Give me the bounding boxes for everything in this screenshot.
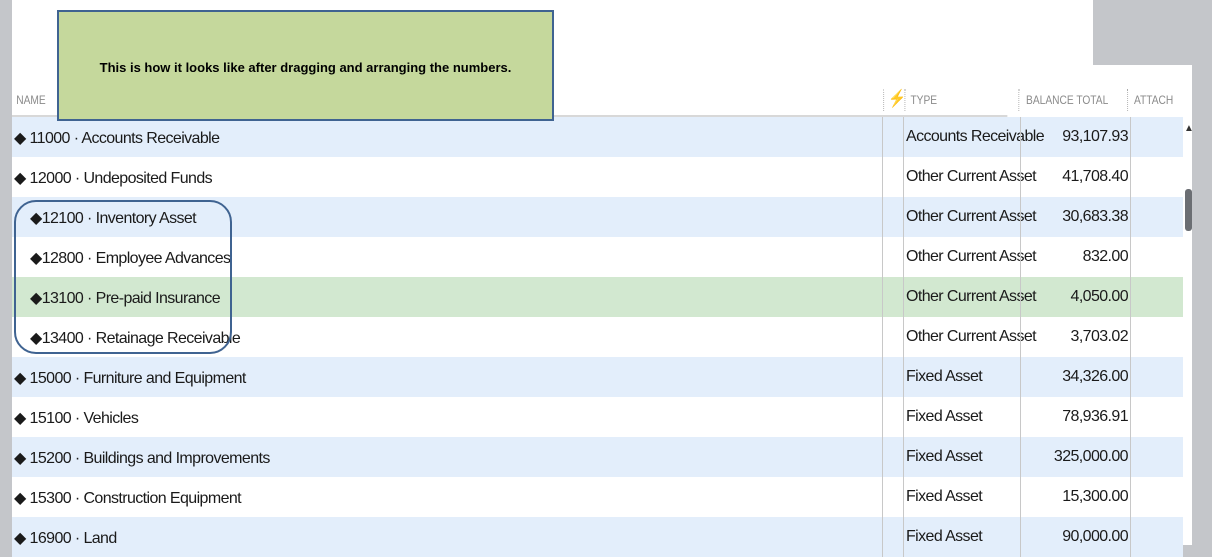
column-divider [882, 157, 883, 197]
column-separator [883, 89, 885, 111]
column-divider [1020, 157, 1021, 197]
table-row[interactable]: ◆ 15300 · Construction Equipment Fixed A… [12, 477, 1183, 517]
account-name: ◆ 15200 · Buildings and Improvements [14, 450, 270, 467]
column-separator [904, 89, 906, 111]
balance-total: 90,000.00 [1062, 528, 1128, 545]
column-divider [882, 317, 883, 357]
column-divider [882, 277, 883, 317]
scroll-up-arrow-icon[interactable]: ▲ [1184, 123, 1194, 134]
account-name: ◆ 15000 · Furniture and Equipment [14, 370, 246, 387]
column-divider [882, 117, 883, 157]
column-divider [1020, 517, 1021, 557]
account-type: Fixed Asset [906, 368, 983, 385]
column-divider [903, 437, 904, 477]
column-divider [903, 117, 904, 157]
balance-total: 325,000.00 [1053, 448, 1129, 465]
table-row[interactable]: ◆ 15100 · Vehicles Fixed Asset 78,936.91 [12, 397, 1183, 437]
column-divider [1130, 197, 1131, 237]
balance-total: 832.00 [1082, 248, 1129, 265]
column-separator [1127, 89, 1129, 111]
column-divider [903, 517, 904, 557]
column-divider [882, 477, 883, 517]
account-type: Other Current Asset [906, 328, 1037, 345]
column-divider [1130, 317, 1131, 357]
account-name: ◆ 12000 · Undeposited Funds [14, 170, 213, 187]
table-row[interactable]: ◆ 15200 · Buildings and Improvements Fix… [12, 437, 1183, 477]
column-header-attach[interactable]: ATTACH [1134, 93, 1173, 107]
column-divider [903, 237, 904, 277]
column-divider [1130, 237, 1131, 277]
column-divider [882, 197, 883, 237]
column-divider [882, 237, 883, 277]
balance-total: 15,300.00 [1062, 488, 1128, 505]
column-divider [1020, 437, 1021, 477]
column-divider [1020, 357, 1021, 397]
column-divider [1130, 117, 1131, 157]
column-divider [882, 437, 883, 477]
column-divider [1130, 157, 1131, 197]
account-type: Fixed Asset [906, 488, 983, 505]
balance-total: 41,708.40 [1062, 168, 1128, 185]
column-divider [903, 357, 904, 397]
account-type: Accounts Receivable [906, 128, 1045, 145]
column-divider [903, 277, 904, 317]
column-divider [903, 157, 904, 197]
account-type: Fixed Asset [906, 408, 983, 425]
balance-total: 30,683.38 [1062, 208, 1128, 225]
account-type: Fixed Asset [906, 448, 983, 465]
account-type: Fixed Asset [906, 528, 983, 545]
column-divider [882, 397, 883, 437]
column-divider [1130, 517, 1131, 557]
table-row[interactable]: ◆ 12000 · Undeposited Funds Other Curren… [12, 157, 1183, 197]
column-divider [1020, 117, 1021, 157]
scrollbar-thumb[interactable] [1185, 189, 1192, 231]
table-row[interactable]: ◆ 15000 · Furniture and Equipment Fixed … [12, 357, 1183, 397]
column-divider [903, 317, 904, 357]
column-divider [1130, 477, 1131, 517]
column-header-type[interactable]: TYPE [910, 93, 937, 107]
column-divider [1020, 237, 1021, 277]
account-name: ◆ 11000 · Accounts Receivable [14, 130, 220, 147]
column-divider [1130, 357, 1131, 397]
column-divider [1020, 477, 1021, 517]
account-type: Other Current Asset [906, 168, 1037, 185]
column-divider [882, 517, 883, 557]
column-divider [882, 357, 883, 397]
column-divider [903, 397, 904, 437]
table-row[interactable]: ◆ 16900 · Land Fixed Asset 90,000.00 [12, 517, 1183, 557]
account-type: Other Current Asset [906, 288, 1037, 305]
column-separator [1018, 89, 1020, 111]
vertical-scrollbar[interactable]: ▲ [1183, 117, 1194, 545]
column-divider [903, 197, 904, 237]
account-name: ◆ 16900 · Land [14, 530, 117, 547]
balance-total: 78,936.91 [1062, 408, 1128, 425]
balance-total: 34,326.00 [1062, 368, 1128, 385]
account-type: Other Current Asset [906, 208, 1037, 225]
column-divider [903, 477, 904, 517]
column-divider [1130, 277, 1131, 317]
column-divider [1020, 397, 1021, 437]
balance-total: 93,107.93 [1062, 128, 1128, 145]
column-divider [1020, 317, 1021, 357]
column-divider [1130, 397, 1131, 437]
column-divider [1130, 437, 1131, 477]
callout-text: This is how it looks like after dragging… [99, 60, 512, 75]
account-name: ◆ 15300 · Construction Equipment [14, 490, 242, 507]
table-row[interactable]: ◆ 11000 · Accounts Receivable Accounts R… [12, 117, 1183, 157]
annotation-highlight-outline [14, 200, 232, 354]
annotation-callout: This is how it looks like after dragging… [57, 10, 554, 121]
balance-total: 3,703.02 [1070, 328, 1129, 345]
column-divider [1020, 277, 1021, 317]
account-type: Other Current Asset [906, 248, 1037, 265]
account-name: ◆ 15100 · Vehicles [14, 410, 139, 427]
column-header-balance[interactable]: BALANCE TOTAL [1026, 93, 1108, 107]
column-header-name[interactable]: NAME [16, 93, 45, 107]
balance-total: 4,050.00 [1070, 288, 1129, 305]
column-divider [1020, 197, 1021, 237]
